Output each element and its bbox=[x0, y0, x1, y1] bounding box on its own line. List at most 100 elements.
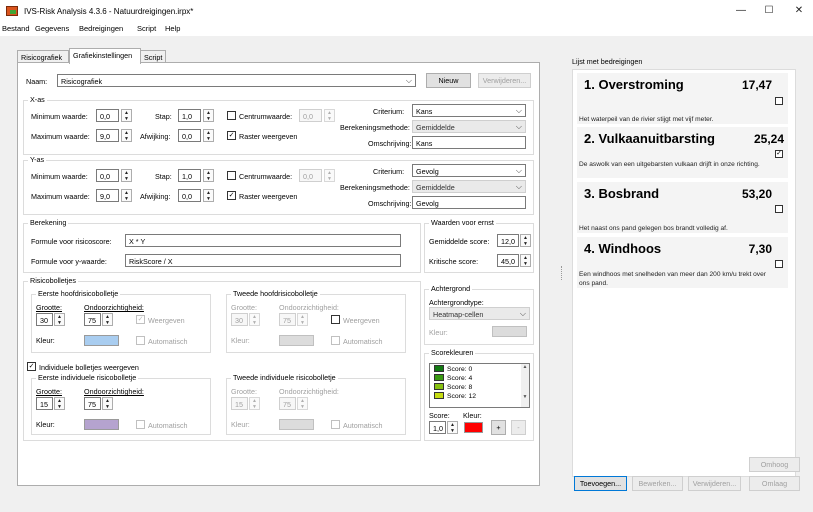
ind1-size-input[interactable]: 15 bbox=[36, 397, 53, 410]
avg-score-spinner[interactable]: ▲ ▼ bbox=[520, 234, 531, 247]
risk-item-windhoos[interactable]: 4. Windhoos 7,30 Een windhoos met snelhe… bbox=[577, 237, 788, 288]
main1-size-spinner[interactable]: ▲ ▼ bbox=[54, 313, 65, 326]
x-step-input[interactable]: 1,0 bbox=[178, 109, 201, 122]
risk-formula-input[interactable]: X * Y bbox=[125, 234, 401, 247]
y-method-combo[interactable]: Gemiddelde ⌵ bbox=[412, 180, 526, 193]
score-color-item[interactable]: Score: 4 bbox=[434, 374, 472, 382]
main1-size-input[interactable]: 30 bbox=[36, 313, 53, 326]
add-risk-button[interactable]: Toevoegen... bbox=[574, 476, 627, 491]
y-grid-checkbox[interactable]: ✓ bbox=[227, 191, 236, 200]
y-min-input[interactable]: 0,0 bbox=[96, 169, 119, 182]
score-color-item[interactable]: Score: 12 bbox=[434, 392, 476, 400]
ind2-color-swatch[interactable] bbox=[279, 419, 314, 430]
splitter[interactable] bbox=[558, 36, 566, 512]
risk-list[interactable]: 1. Overstroming 17,47 Het waterpeil van … bbox=[572, 69, 796, 477]
move-up-button[interactable]: Omhoog bbox=[749, 457, 800, 472]
score-spinner[interactable]: ▲ ▼ bbox=[447, 421, 458, 434]
y-max-input[interactable]: 9,0 bbox=[96, 189, 119, 202]
x-criterium-combo[interactable]: Kans ⌵ bbox=[412, 104, 526, 117]
y-step-spinner[interactable]: ▲ ▼ bbox=[203, 169, 214, 182]
main2-opacity-spinner[interactable]: ▲ ▼ bbox=[297, 313, 308, 326]
risk-item-vulkaanuitbarsting[interactable]: 2. Vulkaanuitbarsting 25,24 ✓ De aswolk … bbox=[577, 127, 788, 178]
ind2-opacity-spinner[interactable]: ▲ ▼ bbox=[297, 397, 308, 410]
menu-gegevens[interactable]: Gegevens bbox=[35, 24, 69, 33]
score-colors-list[interactable]: Score: 0 Score: 4 Score: 8 Score: 12 ▲ ▼ bbox=[429, 363, 530, 408]
ind1-opacity-spinner[interactable]: ▲ ▼ bbox=[102, 397, 113, 410]
edit-risk-button[interactable]: Bewerken... bbox=[632, 476, 683, 491]
delete-risk-button[interactable]: Verwijderen... bbox=[688, 476, 741, 491]
x-method-combo[interactable]: Gemiddelde ⌵ bbox=[412, 120, 526, 133]
main2-size-spinner[interactable]: ▲ ▼ bbox=[249, 313, 260, 326]
main1-opacity-input[interactable]: 75 bbox=[84, 313, 101, 326]
x-max-input[interactable]: 9,0 bbox=[96, 129, 119, 142]
move-down-button[interactable]: Omlaag bbox=[749, 476, 800, 491]
ind2-size-spinner[interactable]: ▲ ▼ bbox=[249, 397, 260, 410]
score-color-picker[interactable] bbox=[464, 422, 483, 433]
add-score-color-button[interactable]: + bbox=[491, 420, 506, 435]
y-dev-spinner[interactable]: ▲ ▼ bbox=[203, 189, 214, 202]
main2-size-input[interactable]: 30 bbox=[231, 313, 248, 326]
menu-bedreigingen[interactable]: Bedreigingen bbox=[79, 24, 123, 33]
naam-combo[interactable]: Risicografiek ⌵ bbox=[57, 74, 416, 87]
x-step-spinner[interactable]: ▲ ▼ bbox=[203, 109, 214, 122]
main2-color-swatch[interactable] bbox=[279, 335, 314, 346]
y-dev-input[interactable]: 0,0 bbox=[178, 189, 201, 202]
x-dev-spinner[interactable]: ▲ ▼ bbox=[203, 129, 214, 142]
ind2-opacity-input[interactable]: 75 bbox=[279, 397, 296, 410]
critical-score-input[interactable]: 45,0 bbox=[497, 254, 519, 267]
x-min-input[interactable]: 0,0 bbox=[96, 109, 119, 122]
risk-checkbox[interactable]: ✓ bbox=[775, 150, 783, 158]
background-color-swatch[interactable] bbox=[492, 326, 527, 337]
main1-auto-checkbox[interactable] bbox=[136, 336, 145, 345]
individual-bubbles-checkbox[interactable]: ✓ bbox=[27, 362, 36, 371]
main1-show-checkbox[interactable]: ✓ bbox=[136, 315, 145, 324]
menu-script[interactable]: Script bbox=[137, 24, 156, 33]
y-min-spinner[interactable]: ▲ ▼ bbox=[121, 169, 132, 182]
y-criterium-combo[interactable]: Gevolg ⌵ bbox=[412, 164, 526, 177]
new-chart-button[interactable]: Nieuw bbox=[426, 73, 471, 88]
x-center-input[interactable]: 0,0 bbox=[299, 109, 322, 122]
remove-score-color-button[interactable]: - bbox=[511, 420, 526, 435]
minimize-button[interactable]: — bbox=[728, 4, 754, 18]
x-center-spinner[interactable]: ▲ ▼ bbox=[324, 109, 335, 122]
x-grid-checkbox[interactable]: ✓ bbox=[227, 131, 236, 140]
ind2-auto-checkbox[interactable] bbox=[331, 420, 340, 429]
score-color-item[interactable]: Score: 8 bbox=[434, 383, 472, 391]
background-type-combo[interactable]: Heatmap-cellen ⌵ bbox=[429, 307, 530, 320]
y-center-spinner[interactable]: ▲ ▼ bbox=[324, 169, 335, 182]
x-max-spinner[interactable]: ▲ ▼ bbox=[121, 129, 132, 142]
y-max-spinner[interactable]: ▲ ▼ bbox=[121, 189, 132, 202]
avg-score-input[interactable]: 12,0 bbox=[497, 234, 519, 247]
main2-auto-checkbox[interactable] bbox=[331, 336, 340, 345]
ind1-color-swatch[interactable] bbox=[84, 419, 119, 430]
ind1-size-spinner[interactable]: ▲ ▼ bbox=[54, 397, 65, 410]
delete-chart-button[interactable]: Verwijderen... bbox=[478, 73, 531, 88]
critical-score-spinner[interactable]: ▲ ▼ bbox=[520, 254, 531, 267]
y-center-checkbox[interactable] bbox=[227, 171, 236, 180]
score-list-scrollbar[interactable]: ▲ ▼ bbox=[521, 364, 529, 407]
risk-item-bosbrand[interactable]: 3. Bosbrand 53,20 Het naast ons pand gel… bbox=[577, 182, 788, 233]
x-min-spinner[interactable]: ▲ ▼ bbox=[121, 109, 132, 122]
close-button[interactable]: ✕ bbox=[786, 4, 812, 18]
ind2-size-input[interactable]: 15 bbox=[231, 397, 248, 410]
tab-grafiekinstellingen[interactable]: Grafiekinstellingen bbox=[69, 48, 141, 64]
risk-checkbox[interactable] bbox=[775, 205, 783, 213]
ind1-opacity-input[interactable]: 75 bbox=[84, 397, 101, 410]
score-color-item[interactable]: Score: 0 bbox=[434, 365, 472, 373]
risk-checkbox[interactable] bbox=[775, 97, 783, 105]
risk-item-overstroming[interactable]: 1. Overstroming 17,47 Het waterpeil van … bbox=[577, 73, 788, 124]
menu-help[interactable]: Help bbox=[165, 24, 180, 33]
x-dev-input[interactable]: 0,0 bbox=[178, 129, 201, 142]
y-formula-input[interactable]: RiskScore / X bbox=[125, 254, 401, 267]
x-center-checkbox[interactable] bbox=[227, 111, 236, 120]
ind1-auto-checkbox[interactable] bbox=[136, 420, 145, 429]
maximize-button[interactable]: ☐ bbox=[756, 4, 782, 18]
main1-color-swatch[interactable] bbox=[84, 335, 119, 346]
score-input[interactable]: 1,0 bbox=[429, 421, 446, 434]
y-desc-input[interactable]: Gevolg bbox=[412, 196, 526, 209]
main2-show-checkbox[interactable] bbox=[331, 315, 340, 324]
x-desc-input[interactable]: Kans bbox=[412, 136, 526, 149]
menu-bestand[interactable]: Bestand bbox=[2, 24, 30, 33]
y-center-input[interactable]: 0,0 bbox=[299, 169, 322, 182]
y-step-input[interactable]: 1,0 bbox=[178, 169, 201, 182]
